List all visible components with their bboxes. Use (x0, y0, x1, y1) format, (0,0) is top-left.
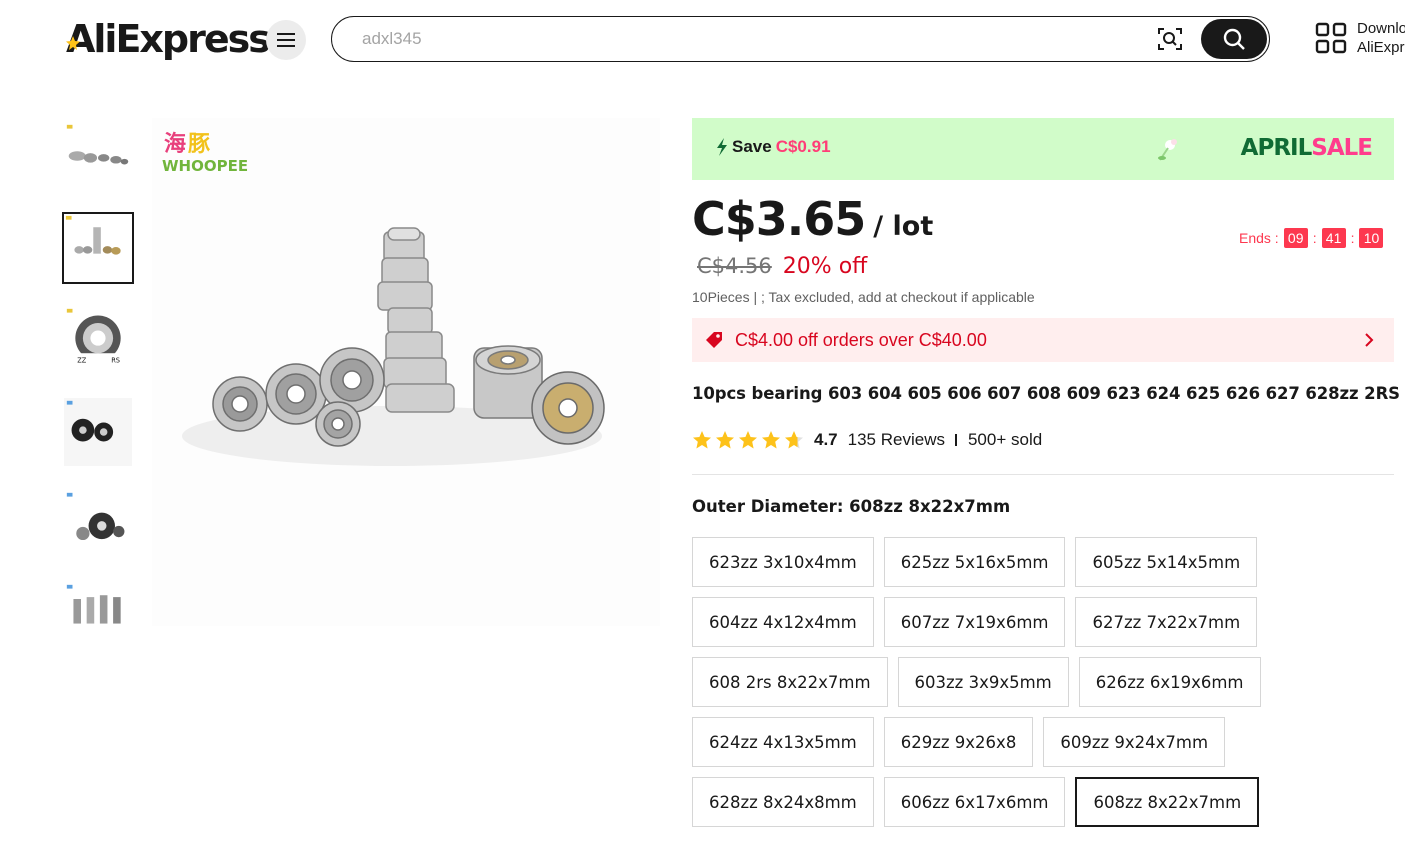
price-unit: / lot (873, 211, 934, 242)
variant-option[interactable]: 607zz 7x19x6mm (883, 597, 1066, 647)
variant-option[interactable]: 604zz 4x12x4mm (692, 597, 874, 647)
black-bearings-thumbnail-icon (64, 398, 132, 466)
variant-option[interactable]: 624zz 4x13x5mm (692, 717, 874, 767)
download-app-link[interactable]: Downlo AliExpr (1357, 19, 1405, 57)
search-bar (331, 16, 1270, 62)
thumbnail-6[interactable] (62, 580, 134, 652)
price-row: C$3.65 / lot (692, 192, 933, 246)
countdown-hours: 09 (1283, 228, 1308, 248)
bearing-stack-thumbnail-icon (64, 214, 132, 282)
original-price-row: C$4.56 20% off (697, 254, 867, 279)
rating-value: 4.7 (814, 430, 838, 449)
save-amount: C$0.91 (775, 137, 831, 156)
image-search-button[interactable] (1155, 24, 1185, 54)
thumbnail-3[interactable]: ZZ RS (62, 304, 134, 376)
variant-option[interactable]: 627zz 7x22x7mm (1075, 597, 1258, 647)
star-icon (716, 431, 734, 449)
bearing-cutaway-thumbnail-icon: ZZ RS (64, 306, 132, 374)
save-label: Save (732, 137, 772, 156)
download-line-2: AliExpr (1357, 39, 1405, 56)
sale-banner: Save C$0.91 APRILSALE (692, 118, 1394, 180)
countdown-separator: : (1312, 230, 1317, 246)
svg-text:豚: 豚 (188, 132, 210, 157)
discount-percent: 20% off (782, 254, 868, 279)
variant-option[interactable]: 608zz 8x22x7mm (1075, 777, 1260, 827)
search-icon (1223, 28, 1245, 50)
star-icon (693, 431, 711, 449)
tax-note: 10Pieces | ; Tax excluded, add at checko… (692, 289, 1035, 305)
logo-text: AliExpress (66, 17, 271, 61)
camera-scan-icon (1158, 28, 1182, 50)
countdown-separator: : (1350, 230, 1355, 246)
april-sale-title: APRILSALE (1240, 135, 1373, 161)
coupon-tag-icon (706, 332, 722, 348)
logo-star-icon (66, 36, 80, 50)
svg-text:海: 海 (164, 131, 186, 157)
countdown-minutes: 41 (1321, 228, 1346, 248)
product-title: 10pcs bearing 603 604 605 606 607 608 60… (692, 384, 1400, 403)
variant-row: 623zz 3x10x4mm 625zz 5x16x5mm 605zz 5x14x5… (692, 537, 1394, 587)
variant-option[interactable]: 625zz 5x16x5mm (883, 537, 1066, 587)
star-rating (692, 430, 804, 450)
chevron-right-icon (1365, 333, 1374, 347)
sold-count: 500+ sold (967, 430, 1043, 449)
variant-option[interactable]: 603zz 3x9x5mm (897, 657, 1069, 707)
variant-options: 623zz 3x10x4mm 625zz 5x16x5mm 605zz 5x14x5… (692, 537, 1394, 837)
countdown-label: Ends : (1239, 230, 1279, 246)
variant-row: 624zz 4x13x5mm 629zz 9x26x8 609zz 9x24x7mm (692, 717, 1394, 767)
svg-text:RS: RS (111, 357, 120, 365)
search-button[interactable] (1201, 19, 1267, 59)
variant-option[interactable]: 609zz 9x24x7mm (1043, 717, 1226, 767)
thumbnail-1[interactable] (62, 120, 134, 192)
variant-option[interactable]: 628zz 8x24x8mm (692, 777, 874, 827)
flower-decoration-icon (1158, 139, 1177, 161)
sale-word: SALE (1311, 135, 1373, 161)
star-icon (762, 431, 780, 449)
variant-option[interactable]: 605zz 5x14x5mm (1075, 537, 1258, 587)
variant-option[interactable]: 606zz 6x17x6mm (883, 777, 1066, 827)
aliexpress-logo[interactable]: AliExpress (66, 16, 271, 62)
menu-button[interactable] (266, 20, 306, 60)
bearing-pillars-thumbnail-icon (64, 582, 132, 650)
lightning-icon (717, 138, 727, 156)
download-line-1: Downlo (1357, 20, 1405, 37)
thumbnail-4[interactable] (62, 396, 134, 468)
coupon-text: C$4.00 off orders over C$40.00 (735, 330, 987, 350)
thumbnail-2[interactable] (62, 212, 134, 284)
svg-text:WHOOPEE: WHOOPEE (162, 157, 248, 175)
variant-option[interactable]: 629zz 9x26x8 (883, 717, 1034, 767)
current-price: C$3.65 (692, 192, 866, 246)
variant-option[interactable]: 626zz 6x19x6mm (1078, 657, 1261, 707)
variant-row: 628zz 8x24x8mm 606zz 6x17x6mm 608zz 8x22x7… (692, 777, 1394, 827)
coupon-bar[interactable]: C$4.00 off orders over C$40.00 (692, 318, 1394, 362)
svg-text:ZZ: ZZ (77, 357, 87, 365)
search-input[interactable] (362, 26, 1142, 52)
bearings-product-image: 海 豚 WHOOPEE (152, 118, 660, 626)
bearing-row-thumbnail-icon (64, 122, 132, 190)
countdown-seconds: 10 (1359, 228, 1384, 248)
thumbnail-5[interactable] (62, 488, 134, 560)
variant-row: 604zz 4x12x4mm 607zz 7x19x6mm 627zz 7x22x7… (692, 597, 1394, 647)
main-product-image[interactable]: 海 豚 WHOOPEE (152, 118, 660, 626)
variant-label: Outer Diameter: 608zz 8x22x7mm (692, 497, 1011, 516)
variant-option[interactable]: 608 2rs 8x22x7mm (692, 657, 888, 707)
variant-option[interactable]: 623zz 3x10x4mm (692, 537, 874, 587)
countdown-timer: Ends : 09 : 41 : 10 (1239, 228, 1384, 248)
original-price: C$4.56 (697, 254, 772, 278)
rating-row: 4.7 135 Reviews 500+ sold (692, 428, 1042, 452)
april-word: APRIL (1240, 135, 1313, 161)
variant-row: 608 2rs 8x22x7mm 603zz 3x9x5mm 626zz 6x19x… (692, 657, 1394, 707)
save-text: Save C$0.91 (716, 137, 831, 157)
star-icon (785, 431, 803, 449)
reviews-link[interactable]: 135 Reviews (848, 430, 945, 450)
hamburger-icon (277, 33, 295, 47)
star-icon (739, 431, 757, 449)
divider (954, 434, 957, 446)
section-divider (692, 474, 1394, 475)
bearing-group-thumbnail-icon (64, 490, 132, 558)
qr-code-icon[interactable] (1315, 22, 1347, 54)
